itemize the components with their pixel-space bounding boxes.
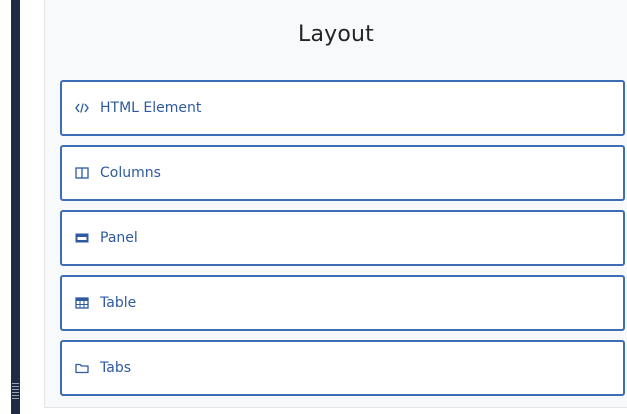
builder-sidebar: Layout HTML Element Columns Panel Table … [0,0,627,414]
component-label: HTML Element [100,100,202,116]
table-icon [74,295,90,311]
component-label: Panel [100,230,138,246]
component-html-element[interactable]: HTML Element [60,80,625,136]
component-table[interactable]: Table [60,275,625,331]
component-label: Tabs [100,360,131,376]
panel-icon [74,230,90,246]
component-label: Columns [100,165,161,181]
layout-group-panel: Layout HTML Element Columns Panel Table … [44,0,627,408]
left-margin [0,0,4,414]
resize-splitter[interactable] [11,0,20,414]
component-label: Table [100,295,137,311]
component-panel[interactable]: Panel [60,210,625,266]
columns-icon [74,165,90,181]
code-icon [74,100,90,116]
splitter-grip-icon[interactable] [12,383,19,399]
gutter [20,0,44,414]
folder-icon [74,360,90,376]
group-title: Layout [298,22,374,47]
component-columns[interactable]: Columns [60,145,625,201]
component-tabs[interactable]: Tabs [60,340,625,396]
